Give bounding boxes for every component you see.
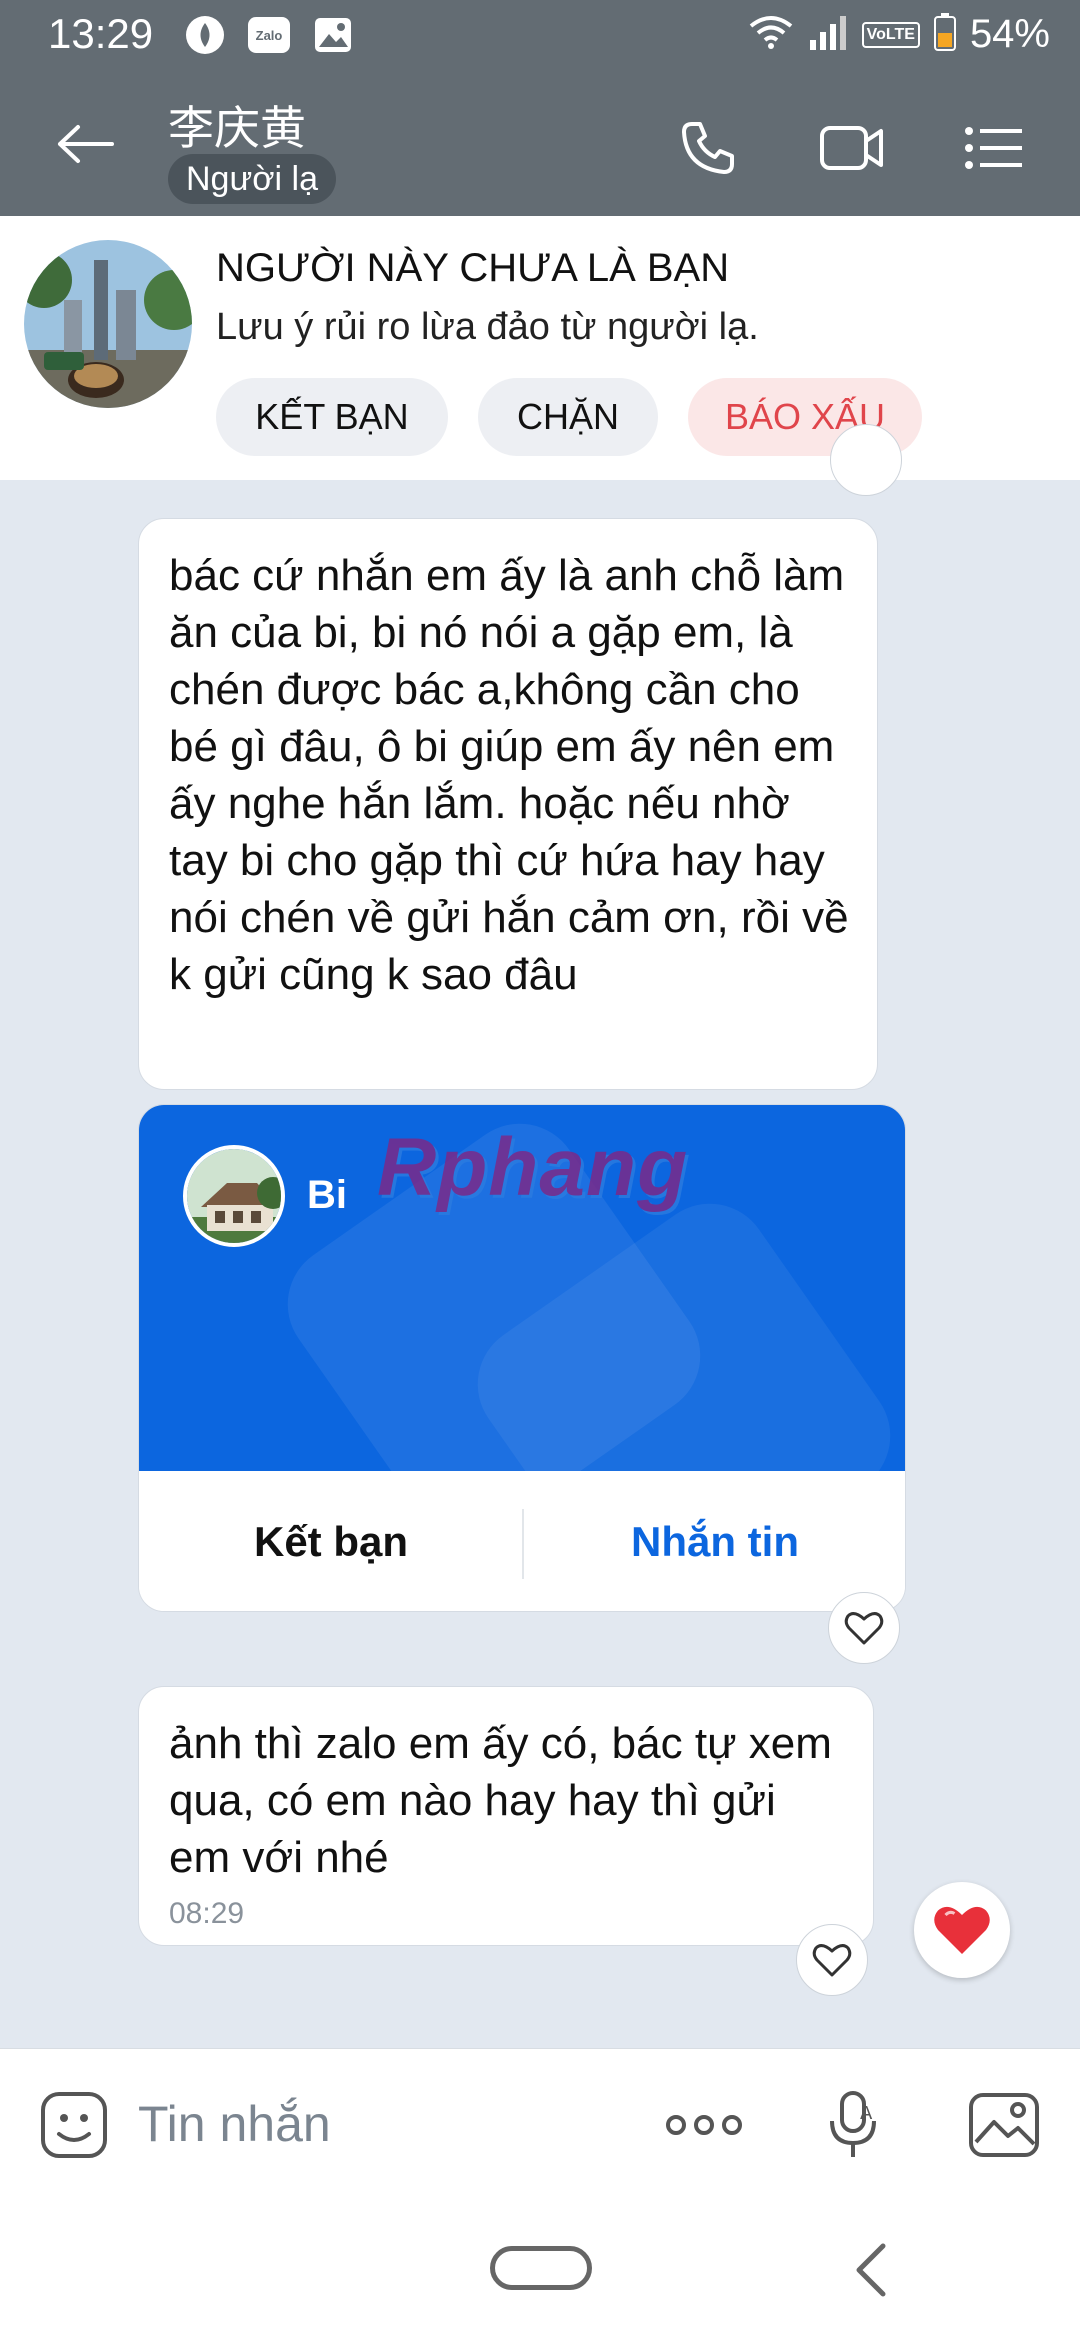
status-time: 13:29 xyxy=(48,10,154,57)
sticker-button[interactable] xyxy=(34,2085,114,2165)
card-actions: Kết bạn Nhắn tin xyxy=(139,1471,905,1611)
more-options-button[interactable] xyxy=(664,2085,744,2165)
list-menu-icon xyxy=(965,127,1022,169)
avatar[interactable] xyxy=(183,1145,285,1247)
svg-text:A: A xyxy=(860,2103,873,2124)
banner-title: NGƯỜI NÀY CHƯA LÀ BẠN xyxy=(216,246,730,290)
contact-card[interactable]: Bi Rphang Kết bạn Nhắn tin xyxy=(138,1104,906,1612)
zalo-app-icon: Zalo xyxy=(248,17,290,53)
heart-outline-icon xyxy=(844,1612,884,1645)
message-text: bác cứ nhắn em ấy là anh chỗ làm ăn của … xyxy=(169,551,849,999)
contact-name[interactable]: 李庆黄 xyxy=(168,92,306,158)
message-bubble[interactable]: ảnh thì zalo em ấy có, bác tự xem qua, c… xyxy=(138,1686,874,1946)
voice-input-button[interactable]: A xyxy=(814,2085,894,2165)
gallery-icon xyxy=(312,14,354,56)
battery-icon xyxy=(933,13,956,56)
stranger-tag: Người lạ xyxy=(168,154,336,204)
home-button[interactable] xyxy=(490,2246,592,2290)
avatar[interactable] xyxy=(24,240,192,408)
card-message-button[interactable]: Nhắn tin xyxy=(523,1471,905,1611)
message-input[interactable]: Tin nhắn xyxy=(138,2095,331,2153)
reaction-button[interactable] xyxy=(830,424,902,496)
heart-outline-icon xyxy=(812,1944,852,1977)
banner-warning: Lưu ý rủi ro lừa đảo từ người lạ. xyxy=(216,306,759,348)
system-status: VoLTE 54% xyxy=(748,12,1050,57)
sticker-icon xyxy=(41,2092,107,2158)
message-input-bar: Tin nhắn A xyxy=(0,2048,1080,2198)
message-text: ảnh thì zalo em ấy có, bác tự xem qua, c… xyxy=(169,1719,832,1882)
chevron-left-icon xyxy=(856,2243,886,2297)
reaction-button[interactable] xyxy=(796,1924,868,1996)
gallery-button[interactable] xyxy=(964,2085,1044,2165)
message-timestamp: 08:29 xyxy=(169,1897,245,1930)
reaction-button[interactable] xyxy=(828,1592,900,1664)
add-friend-button[interactable]: KẾT BẠN xyxy=(216,378,448,456)
voice-call-button[interactable] xyxy=(672,112,744,184)
menu-button[interactable] xyxy=(958,112,1030,184)
stranger-banner: NGƯỜI NÀY CHƯA LÀ BẠN Lưu ý rủi ro lừa đ… xyxy=(0,216,1080,480)
video-call-button[interactable] xyxy=(816,112,888,184)
system-nav-bar xyxy=(0,2198,1080,2340)
heart-icon xyxy=(934,1906,990,1954)
wifi-icon xyxy=(748,14,794,55)
phone-icon xyxy=(682,122,734,174)
block-button[interactable]: CHẶN xyxy=(478,378,658,456)
card-header: Bi Rphang xyxy=(139,1105,905,1471)
status-bar: 13:29 Zalo VoLTE 54% xyxy=(0,0,1080,72)
image-icon xyxy=(969,2093,1039,2157)
signal-icon xyxy=(808,14,848,55)
volte-icon: VoLTE xyxy=(861,21,920,48)
watermark: Rphang xyxy=(377,1122,689,1213)
arrow-left-icon xyxy=(58,125,114,163)
more-dots-icon xyxy=(666,2115,742,2135)
card-add-friend-button[interactable]: Kết bạn xyxy=(139,1471,523,1611)
quick-heart-button[interactable] xyxy=(914,1882,1010,1978)
battery-percent: 54% xyxy=(969,12,1050,56)
vinasun-app-icon xyxy=(184,14,226,56)
notification-icons: Zalo xyxy=(184,14,354,56)
chat-header: 李庆黄 Người lạ xyxy=(0,72,1080,216)
back-button[interactable] xyxy=(56,112,136,176)
video-camera-icon xyxy=(820,126,883,170)
card-contact-name: Bi xyxy=(307,1173,347,1217)
system-back-button[interactable] xyxy=(846,2240,896,2300)
microphone-icon: A xyxy=(830,2091,876,2157)
message-bubble[interactable]: bác cứ nhắn em ấy là anh chỗ làm ăn của … xyxy=(138,518,878,1090)
